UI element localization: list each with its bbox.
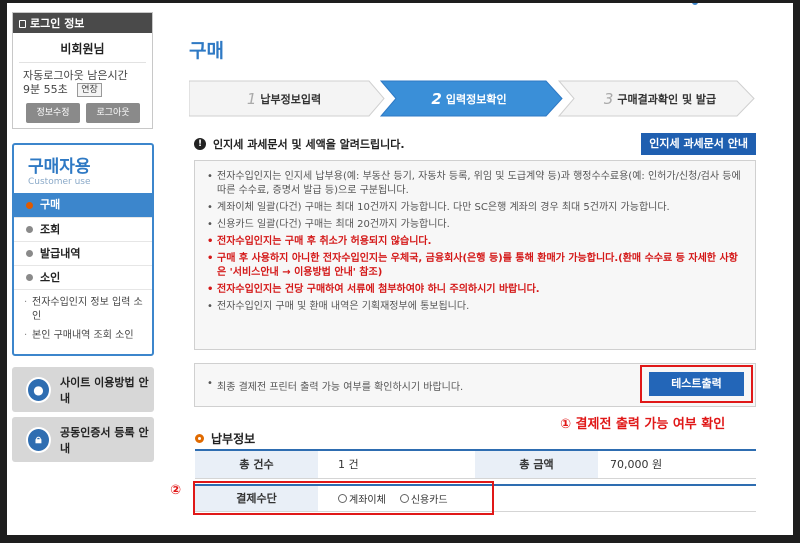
bullet-icon — [26, 274, 33, 281]
sidebar-item-label: 조회 — [40, 222, 61, 236]
site-guide-label: 사이트 이용방법 안내 — [59, 375, 149, 405]
stamp-tax-guide-button[interactable]: 인지세 과세문서 안내 — [641, 133, 756, 155]
edit-info-button[interactable]: 정보수정 — [26, 103, 80, 123]
notice-text: 인지세 과세문서 및 세액을 알려드립니다. — [213, 138, 405, 151]
step-label: 납부정보입력 — [260, 92, 322, 106]
sidebar-item-inquiry[interactable]: 조회 — [14, 217, 152, 241]
top-link[interactable] — [692, 3, 704, 8]
total-count-label: 총 건수 — [195, 451, 318, 478]
total-amount-label: 총 금액 — [475, 451, 598, 478]
owl-icon: ● — [26, 376, 51, 403]
exclamation-icon: ! — [194, 138, 206, 150]
cert-register-label: 공동인증서 등록 안내 — [59, 425, 149, 455]
page-frame: 로그인 정보 비회원님 자동로그아웃 남은시간 9분 55초 연장 정보수정 로… — [7, 3, 793, 535]
annotation-one: ① 결제전 출력 가능 여부 확인 — [560, 417, 726, 432]
submenu-item-history-inquiry[interactable]: 본인 구매내역 조회 소인 — [24, 329, 146, 343]
sidebar-item-issue-history[interactable]: 발급내역 — [14, 241, 152, 265]
table-row: 총 건수 1 건 총 금액 70,000 원 — [195, 451, 756, 479]
lock-icon: 🔒︎ — [26, 426, 51, 453]
login-user-name: 비회원님 — [19, 33, 146, 63]
step-label: 입력정보확인 — [445, 92, 507, 106]
sidebar-item-purchase[interactable]: 구매 — [14, 193, 152, 217]
site-guide-banner[interactable]: ● 사이트 이용방법 안내 — [12, 367, 154, 412]
step-number: 2 — [431, 89, 442, 108]
test-print-button[interactable]: 테스트출력 — [649, 372, 744, 396]
info-item-warning: 전자수입인지는 구매 후 취소가 허용되지 않습니다. — [207, 235, 745, 249]
login-panel: 로그인 정보 비회원님 자동로그아웃 남은시간 9분 55초 연장 정보수정 로… — [12, 12, 153, 129]
annotation-two: ② — [170, 483, 182, 498]
cert-register-banner[interactable]: 🔒︎ 공동인증서 등록 안내 — [12, 417, 154, 462]
auto-logout-label: 자동로그아웃 남은시간 — [23, 69, 128, 82]
auto-logout-remaining: 9분 55초 — [23, 83, 68, 96]
auto-logout-timer: 자동로그아웃 남은시간 9분 55초 연장 — [13, 63, 152, 97]
sidebar-item-label: 소인 — [40, 270, 61, 284]
submenu-item-info-input[interactable]: 전자수입인지 정보 입력 소인 — [24, 296, 146, 324]
test-print-message: 최종 결제전 프린터 출력 가능 여부를 확인하시기 바랍니다. — [207, 378, 463, 393]
lock-icon — [19, 20, 26, 28]
step-3: 3 구매결과확인 및 발급 — [565, 80, 755, 117]
sidebar-submenu: 전자수입인지 정보 입력 소인 본인 구매내역 조회 소인 — [14, 289, 152, 343]
payment-summary-table: 총 건수 1 건 총 금액 70,000 원 — [195, 449, 756, 479]
info-item-warning: 전자수입인지는 건당 구매하여 서류에 첨부하여야 하니 주의하시기 바랍니다. — [207, 283, 745, 297]
sidebar-item-cancel-stamp[interactable]: 소인 — [14, 265, 152, 289]
step-label: 구매결과확인 및 발급 — [617, 92, 717, 106]
info-item: 계좌이체 일괄(다건) 구매는 최대 10건까지 가능합니다. 다만 SC은행 … — [207, 201, 745, 215]
menu-title: 구매자용 — [28, 157, 91, 177]
step-2-current: 2 입력정보확인 — [379, 80, 559, 117]
payment-section-title: 납부정보 — [195, 430, 255, 447]
info-item: 전자수입인지 구매 및 환매 내역은 기획재정부에 통보됩니다. — [207, 300, 745, 314]
page-title: 구매 — [189, 40, 224, 62]
login-header: 로그인 정보 — [13, 13, 152, 33]
menu-subtitle: Customer use — [28, 177, 91, 187]
notice-row: ! 인지세 과세문서 및 세액을 알려드립니다. 인지세 과세문서 안내 — [194, 133, 756, 155]
sidebar-item-label: 구매 — [40, 198, 61, 211]
step-indicator: 1 납부정보입력 2 입력정보확인 3 구매결과확인 및 발급 — [189, 80, 755, 117]
circle-bullet-icon — [195, 434, 204, 443]
total-count-value: 1 건 — [338, 458, 359, 471]
login-header-label: 로그인 정보 — [30, 17, 85, 30]
extend-session-button[interactable]: 연장 — [77, 83, 102, 97]
step-number: 3 — [603, 89, 614, 108]
logout-button[interactable]: 로그아웃 — [86, 103, 140, 123]
info-box: 전자수입인지는 인지세 납부용(예: 부동산 등기, 자동차 등록, 위임 및 … — [194, 160, 756, 350]
info-item: 전자수입인지는 인지세 납부용(예: 부동산 등기, 자동차 등록, 위임 및 … — [207, 170, 745, 198]
section-title-label: 납부정보 — [211, 432, 256, 446]
bullet-icon — [692, 3, 698, 5]
sidebar-item-label: 발급내역 — [40, 246, 81, 260]
step-number: 1 — [246, 89, 257, 108]
total-amount-value: 70,000 원 — [610, 458, 663, 471]
info-item-warning: 구매 후 사용하지 아니한 전자수입인지는 우체국, 금융회사(은행 등)를 통… — [207, 252, 745, 280]
step-1: 1 납부정보입력 — [189, 80, 379, 117]
info-item: 신용카드 일괄(다건) 구매는 최대 20건까지 가능합니다. — [207, 218, 745, 232]
bullet-icon — [26, 226, 33, 233]
bullet-icon — [26, 201, 33, 209]
highlight-frame — [193, 481, 494, 515]
sidebar-menu: 구매자용 Customer use 구매 조회 발급내역 소인 전자수입인지 정… — [12, 143, 154, 356]
bullet-icon — [26, 250, 33, 257]
